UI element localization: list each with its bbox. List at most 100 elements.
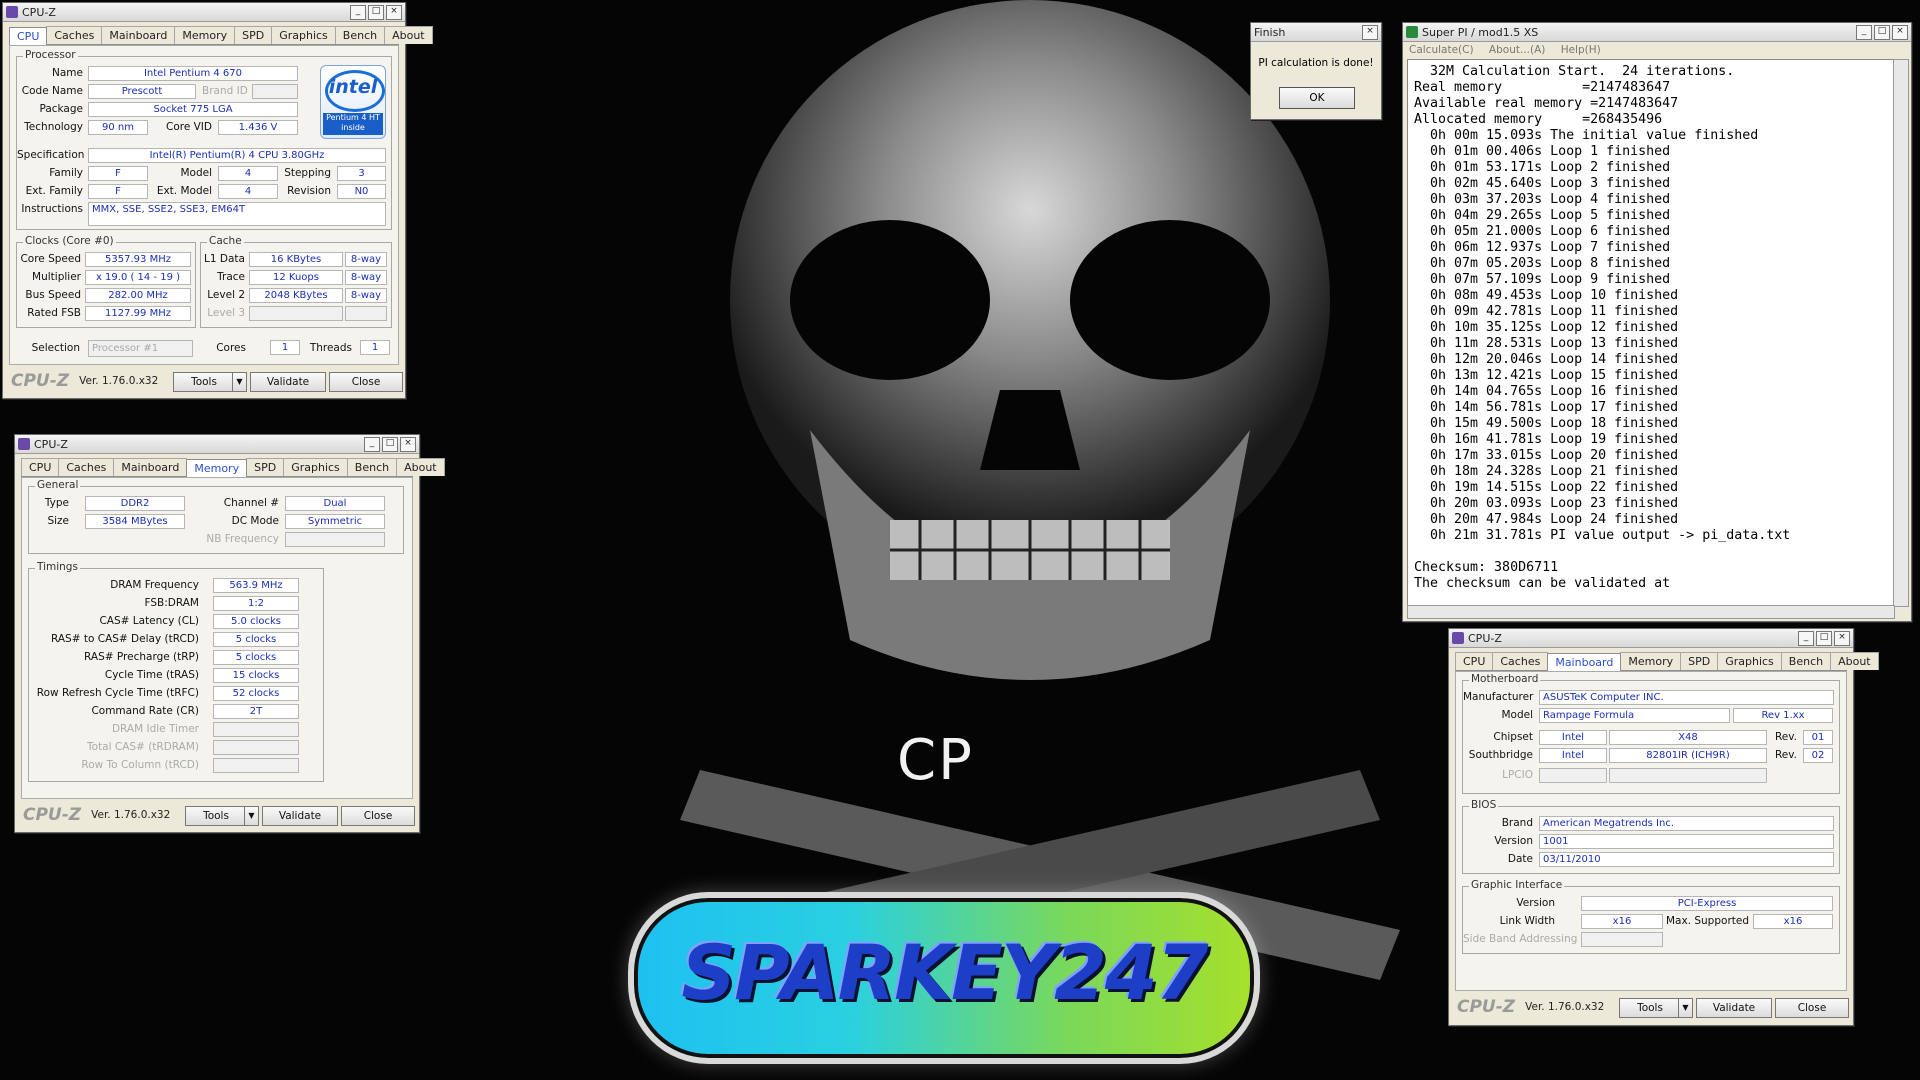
tab-mainboard[interactable]: Mainboard [101,26,176,44]
close-button[interactable]: Close [1775,998,1849,1018]
output-line: 0h 11m 28.531s Loop 13 finished [1414,336,1679,351]
vertical-scrollbar[interactable] [1893,59,1909,607]
wallpaper-cp-text: CP [897,728,974,793]
name-value: Intel Pentium 4 670 [88,66,298,81]
tools-dropdown-icon[interactable]: ▼ [244,807,258,825]
maximize-button[interactable]: □ [1816,630,1832,646]
bios-group-title: BIOS [1469,799,1499,811]
ext-family-label: Ext. Family [25,185,83,197]
tab-graphics[interactable]: Graphics [271,26,336,44]
bios-date-label: Date [1507,853,1533,865]
multiplier-label: Multiplier [32,271,81,283]
output-line: Real memory =2147483647 [1414,80,1671,95]
finish-dialog-titlebar[interactable]: Finish × [1251,23,1381,42]
timing-value: 563.9 MHz [213,578,299,593]
tab-memory[interactable]: Memory [186,459,248,477]
cpuz-cpu-tabs: CPU Caches Mainboard Memory SPD Graphics… [9,26,433,45]
horizontal-scrollbar[interactable] [1407,605,1895,619]
maximize-button[interactable]: □ [382,436,398,452]
tools-button[interactable]: Tools ▼ [185,806,259,826]
cpuz-cpu-titlebar[interactable]: CPU-Z _ □ × [3,3,405,22]
maximize-button[interactable]: □ [368,4,384,20]
tab-cpu[interactable]: CPU [9,27,48,45]
tab-cpu[interactable]: CPU [1455,652,1494,670]
chipset-rev-label: Rev. [1774,731,1797,743]
chipset-value: X48 [1609,730,1767,745]
validate-button[interactable]: Validate [250,372,326,392]
tab-about[interactable]: About [396,458,445,476]
output-line: The checksum can be validated at [1414,576,1671,591]
bios-version-value: 1001 [1539,834,1834,849]
processor-selection-dropdown[interactable]: Processor #1 [88,340,193,357]
tools-button[interactable]: Tools ▼ [1619,998,1693,1018]
close-button[interactable]: Close [341,806,415,826]
l1-data-way: 8-way [345,252,387,267]
close-window-button[interactable]: × [1892,24,1908,40]
tools-dropdown-icon[interactable]: ▼ [1678,999,1692,1017]
stepping-value: 3 [337,166,386,181]
minimize-button[interactable]: _ [364,436,380,452]
window-title: CPU-Z [22,5,56,19]
family-value: F [88,166,148,181]
close-window-button[interactable]: × [386,4,402,20]
window-title: CPU-Z [34,437,68,451]
trace-value: 12 Kuops [249,270,343,285]
cpuz-mainboard-titlebar[interactable]: CPU-Z _ □ × [1449,629,1853,648]
tools-dropdown-icon[interactable]: ▼ [232,373,246,391]
tab-mainboard[interactable]: Mainboard [1547,653,1622,671]
menu-calculate[interactable]: Calculate(C) [1409,44,1474,56]
validate-button[interactable]: Validate [1696,998,1772,1018]
menu-help[interactable]: Help(H) [1561,44,1601,56]
ok-button[interactable]: OK [1279,87,1355,109]
tab-about[interactable]: About [1830,652,1879,670]
cpuz-memory-titlebar[interactable]: CPU-Z _ □ × [15,435,419,454]
close-button[interactable]: Close [329,372,403,392]
core-vid-label: Core VID [165,121,212,133]
tab-about[interactable]: About [384,26,433,44]
tab-bench[interactable]: Bench [346,458,398,476]
close-window-button[interactable]: × [1834,630,1850,646]
minimize-button[interactable]: _ [1798,630,1814,646]
close-window-button[interactable]: × [400,436,416,452]
tab-graphics[interactable]: Graphics [1717,652,1782,670]
tab-memory[interactable]: Memory [174,26,236,44]
maximize-button[interactable]: □ [1874,24,1890,40]
output-line: 0h 14m 04.765s Loop 16 finished [1414,384,1679,399]
package-value: Socket 775 LGA [88,102,298,117]
tab-cpu[interactable]: CPU [21,458,60,476]
timing-label: DRAM Frequency [110,579,199,591]
bios-brand-value: American Megatrends Inc. [1539,816,1834,831]
dialog-message: PI calculation is done! [1258,57,1374,69]
tab-bench[interactable]: Bench [1780,652,1832,670]
menu-about[interactable]: About...(A) [1489,44,1545,56]
tab-graphics[interactable]: Graphics [283,458,348,476]
intel-logo: intel Pentium 4 HT inside [320,65,386,139]
superpi-output-text[interactable]: 32M Calculation Start. 24 iterations. Rea… [1407,59,1895,607]
processor-group: Processor Name Intel Pentium 4 670 Code … [16,49,392,230]
tab-spd[interactable]: SPD [1680,652,1719,670]
output-line: 0h 04m 29.265s Loop 5 finished [1414,208,1671,223]
minimize-button[interactable]: _ [1856,24,1872,40]
tab-memory[interactable]: Memory [1620,652,1682,670]
superpi-titlebar[interactable]: Super PI / mod1.5 XS _ □ × [1403,23,1911,42]
close-window-button[interactable]: × [1362,24,1378,40]
tab-bench[interactable]: Bench [334,26,386,44]
tab-caches[interactable]: Caches [1492,652,1549,670]
validate-button[interactable]: Validate [262,806,338,826]
processor-group-title: Processor [23,49,78,61]
tools-button[interactable]: Tools ▼ [173,372,247,392]
banner-text: SPARKEY247 [681,928,1208,1017]
size-value: 3584 MBytes [85,514,185,529]
tab-mainboard[interactable]: Mainboard [113,458,188,476]
tab-caches[interactable]: Caches [46,26,103,44]
threads-value: 1 [360,340,390,355]
graphic-interface-group: Graphic Interface Version PCI-Express Li… [1462,879,1840,954]
tab-spd[interactable]: SPD [234,26,273,44]
tab-caches[interactable]: Caches [58,458,115,476]
tab-spd[interactable]: SPD [246,458,285,476]
model-label: Model [180,167,212,179]
timing-label: Command Rate (CR) [91,705,199,717]
minimize-button[interactable]: _ [350,4,366,20]
window-title: Super PI / mod1.5 XS [1422,25,1539,39]
